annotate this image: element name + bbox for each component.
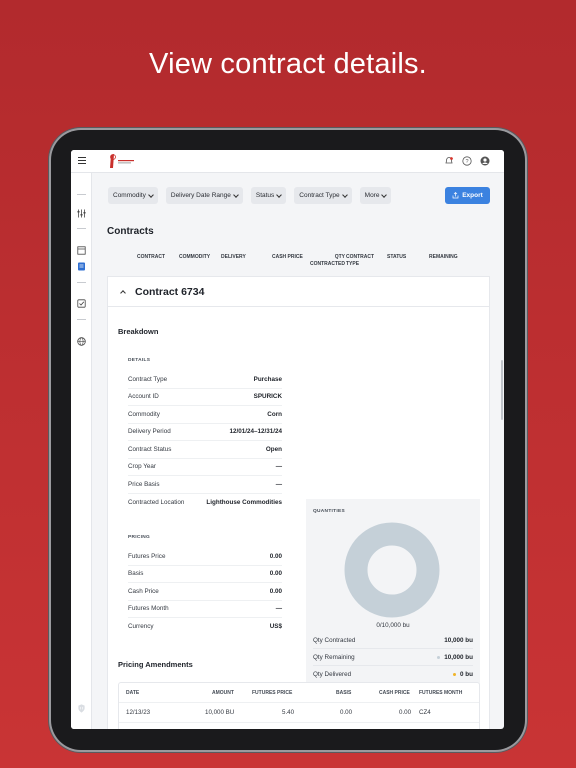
detail-row: Commodity Corn bbox=[128, 406, 282, 424]
filter-contract-type[interactable]: Contract Type bbox=[294, 187, 352, 204]
detail-row: Account ID SPURICK bbox=[128, 389, 282, 406]
quantities-panel: QUANTITIES 0/10,000 bu Qty Contracted 10,… bbox=[306, 499, 480, 689]
chevron-down-icon bbox=[148, 191, 154, 198]
pricing-heading: PRICING bbox=[128, 535, 151, 540]
filter-label: More bbox=[364, 192, 380, 199]
filter-label: Commodity bbox=[113, 192, 146, 199]
column-header-futures-price: FUTURES PRICE bbox=[252, 690, 293, 696]
donut-remaining-segment bbox=[344, 522, 440, 618]
filter-label: Contract Type bbox=[299, 192, 340, 199]
contract-title: Contract 6734 bbox=[135, 285, 205, 298]
sidebar bbox=[71, 173, 92, 729]
cell-cash-price: 0.00 bbox=[399, 709, 412, 716]
cell-date: 12/13/23 bbox=[126, 709, 151, 716]
column-header-cash-price[interactable]: CASH PRICE bbox=[272, 254, 303, 261]
column-header-qty-contracted[interactable]: QTY CONTRACTED bbox=[310, 254, 345, 268]
detail-row: Price Basis — bbox=[128, 476, 282, 494]
cell-amount: 10,000 BU bbox=[205, 709, 235, 716]
export-button[interactable]: Export bbox=[445, 187, 490, 204]
detail-row: Contract Type Purchase bbox=[128, 371, 282, 389]
filter-more[interactable]: More bbox=[359, 187, 392, 204]
filters-icon[interactable] bbox=[77, 209, 86, 218]
column-header-contract-type[interactable]: CONTRACT TYPE bbox=[346, 254, 374, 268]
quantity-donut-chart bbox=[344, 522, 440, 618]
column-header-contract[interactable]: CONTRACT bbox=[137, 254, 165, 261]
table-header-row: DATE AMOUNT FUTURES PRICE BASIS CASH PRI… bbox=[119, 683, 479, 703]
column-header-amount: AMOUNT bbox=[212, 690, 234, 696]
details-section: DETAILS Contract Type Purchase Account ID… bbox=[120, 358, 290, 511]
legend-dot bbox=[453, 673, 457, 676]
qty-delivered-row: Qty Delivered 0 bu bbox=[313, 671, 473, 678]
column-header-cash-price: CASH PRICE bbox=[379, 690, 410, 696]
chevron-down-icon bbox=[341, 191, 348, 198]
pricing-amendments-table: DATE AMOUNT FUTURES PRICE BASIS CASH PRI… bbox=[118, 682, 480, 729]
pricing-row: Cash Price 0.00 bbox=[128, 583, 282, 601]
export-label: Export bbox=[462, 192, 483, 199]
column-header-futures-month: FUTURES MONTH bbox=[419, 690, 463, 696]
contracts-icon[interactable] bbox=[77, 262, 86, 271]
account-icon[interactable] bbox=[480, 156, 490, 166]
pricing-amendments-heading: Pricing Amendments bbox=[118, 660, 193, 669]
top-bar: ? bbox=[71, 150, 504, 173]
sidebar-divider bbox=[77, 319, 86, 320]
pricing-row: Currency US$ bbox=[128, 623, 282, 631]
pricing-section: PRICING Futures Price 0.00 Basis 0.00 Cash… bbox=[120, 535, 290, 636]
pricing-row: Futures Price 0.00 bbox=[128, 548, 282, 566]
column-header-commodity[interactable]: COMMODITY bbox=[179, 254, 210, 261]
detail-row: Delivery Period 12/01/24–12/31/24 bbox=[128, 424, 282, 441]
help-icon[interactable]: ? bbox=[462, 156, 472, 166]
page-title: Contracts bbox=[107, 226, 154, 237]
contract-header[interactable]: Contract 6734 bbox=[108, 277, 489, 307]
legend-dot bbox=[437, 655, 441, 659]
qty-contracted-row: Qty Contracted 10,000 bu bbox=[313, 632, 473, 649]
quantities-heading: QUANTITIES bbox=[313, 509, 346, 514]
app-screen: ? Commodity Delivery Date Range Status C… bbox=[71, 150, 504, 729]
filter-commodity[interactable]: Commodity bbox=[108, 187, 158, 204]
chevron-down-icon bbox=[233, 191, 239, 198]
donut-caption: 0/10,000 bu bbox=[376, 622, 410, 629]
marketing-headline: View contract details. bbox=[149, 48, 427, 80]
notification-icon[interactable] bbox=[444, 156, 454, 166]
sidebar-divider bbox=[77, 194, 86, 195]
checklist-icon[interactable] bbox=[77, 299, 86, 308]
globe-icon[interactable] bbox=[77, 337, 86, 346]
contract-detail-card: Contract 6734 Breakdown DETAILS Contract… bbox=[107, 276, 490, 729]
detail-row: Contracted Location Lighthouse Commoditie… bbox=[128, 498, 282, 506]
details-heading: DETAILS bbox=[128, 358, 151, 363]
chevron-down-icon bbox=[381, 191, 388, 198]
scrollbar[interactable] bbox=[501, 360, 503, 420]
filter-bar: Commodity Delivery Date Range Status Con… bbox=[108, 187, 392, 204]
chevron-down-icon bbox=[276, 191, 283, 198]
qty-remaining-row: Qty Remaining 10,000 bu bbox=[313, 649, 473, 666]
pricing-row: Basis 0.00 bbox=[128, 566, 282, 583]
filter-label: Status bbox=[255, 192, 275, 199]
company-logo bbox=[110, 154, 134, 168]
column-header-date: DATE bbox=[126, 690, 140, 696]
column-header-status[interactable]: STATUS bbox=[387, 254, 406, 261]
detail-row: Crop Year — bbox=[128, 459, 282, 476]
sidebar-divider bbox=[77, 228, 86, 229]
document-icon[interactable] bbox=[77, 246, 86, 255]
export-icon bbox=[452, 192, 459, 199]
shield-icon bbox=[78, 704, 85, 713]
cell-basis: 0.00 bbox=[340, 709, 353, 716]
column-header-remaining[interactable]: REMAINING bbox=[429, 254, 458, 261]
column-header-delivery[interactable]: DELIVERY bbox=[221, 254, 246, 261]
chevron-up-icon[interactable] bbox=[120, 290, 126, 296]
sidebar-divider bbox=[77, 282, 86, 283]
pricing-row: Futures Month — bbox=[128, 601, 282, 618]
column-header-basis: BASIS bbox=[336, 690, 352, 696]
cell-futures-price: 5.40 bbox=[282, 709, 295, 716]
detail-row: Contract Status Open bbox=[128, 441, 282, 459]
filter-delivery-date-range[interactable]: Delivery Date Range bbox=[165, 187, 243, 204]
filter-label: Delivery Date Range bbox=[170, 192, 231, 199]
filter-status[interactable]: Status bbox=[250, 187, 287, 204]
cell-futures-month: CZ4 bbox=[419, 709, 431, 716]
breakdown-heading: Breakdown bbox=[118, 327, 159, 336]
svg-text:?: ? bbox=[465, 159, 468, 165]
table-row[interactable]: 12/13/23 10,000 BU 5.40 0.00 0.00 CZ4 bbox=[119, 703, 479, 723]
menu-icon[interactable] bbox=[78, 157, 86, 165]
